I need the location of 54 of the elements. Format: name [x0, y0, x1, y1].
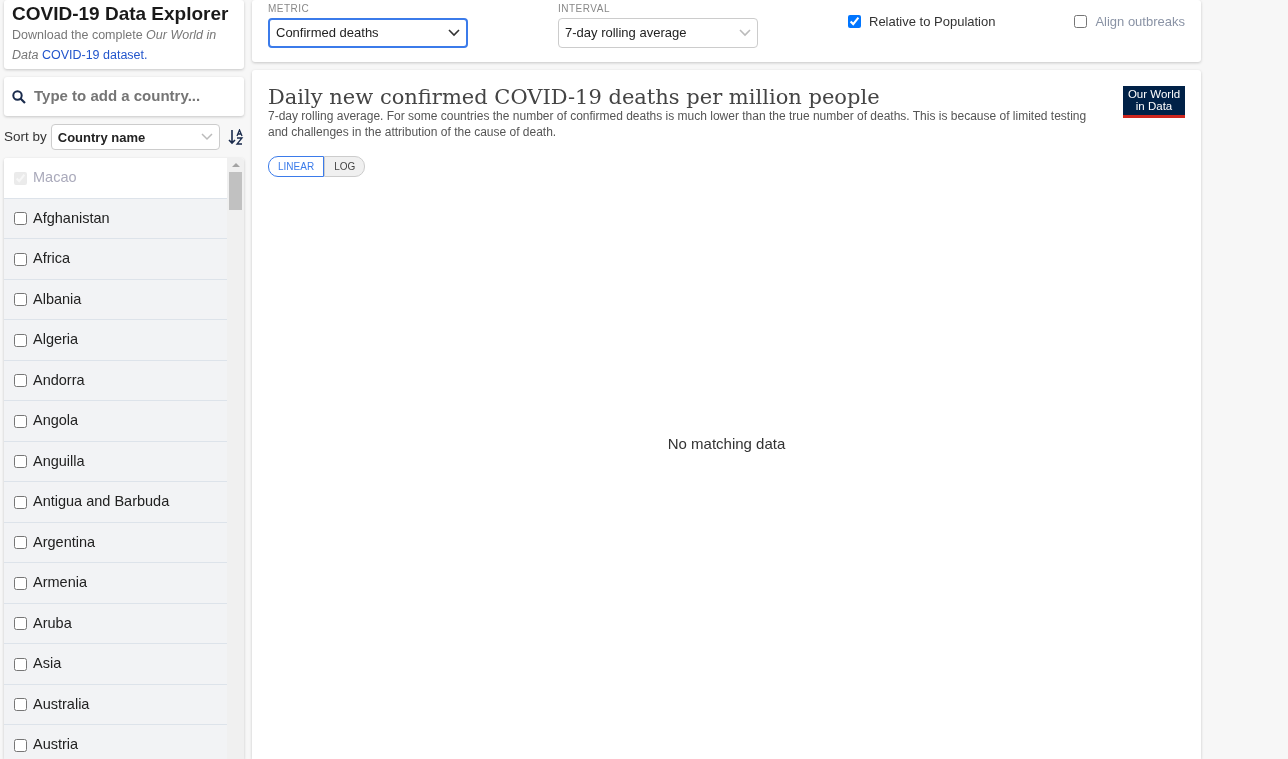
dataset-link[interactable]: COVID-19 dataset.: [41, 47, 148, 62]
chevron-icon: [201, 133, 213, 142]
country-item[interactable]: Albania: [4, 279, 227, 321]
scroll-thumb[interactable]: [229, 172, 242, 211]
metric-label: METRIC: [268, 4, 311, 14]
country-item[interactable]: Angola: [4, 401, 227, 442]
checkbox[interactable]: [14, 212, 27, 226]
checkbox[interactable]: [848, 15, 861, 29]
sort-label: Sort by: [4, 128, 47, 147]
sort-order-icon[interactable]: [228, 129, 244, 146]
interval-select[interactable]: 7-day rolling average: [558, 18, 758, 48]
app-title: COVID-19 Data Explorer: [12, 4, 230, 25]
country-item[interactable]: Antigua and Barbuda: [4, 482, 227, 523]
chevron-icon: [739, 29, 751, 37]
checkbox[interactable]: [14, 293, 27, 307]
scale-tab[interactable]: LOG: [324, 156, 366, 178]
scrollbar[interactable]: [227, 158, 244, 759]
checkbox[interactable]: [14, 576, 27, 590]
checkbox[interactable]: [14, 333, 27, 347]
checkbox[interactable]: [14, 495, 27, 509]
country-item[interactable]: Australia: [4, 684, 227, 726]
country-item[interactable]: Austria: [4, 725, 227, 759]
checkbox[interactable]: [14, 536, 27, 550]
chevron-icon: [448, 29, 460, 37]
checkbox[interactable]: [14, 657, 27, 671]
scale-tab[interactable]: LINEAR: [268, 156, 325, 178]
checkbox[interactable]: [14, 617, 27, 631]
empty-message: No matching data: [667, 433, 786, 454]
sort-select[interactable]: Country name: [50, 124, 220, 151]
checkbox[interactable]: [14, 455, 27, 469]
logo[interactable]: Our World in Data: [1123, 86, 1185, 119]
checkbox[interactable]: [14, 414, 27, 428]
chart-title: Daily new confirmed COVID-19 deaths per million people: [268, 86, 881, 110]
country-item[interactable]: Anguilla: [4, 441, 227, 483]
checkbox[interactable]: [14, 252, 27, 266]
country-item[interactable]: Armenia: [4, 563, 227, 604]
metric-select[interactable]: Confirmed deaths: [268, 18, 468, 48]
country-item[interactable]: Argentina: [4, 522, 227, 564]
chart-subtitle: 7-day rolling average. For some countries the number of confirmed deaths is much lower than the true number of deaths. This is because of limited testing and challenges in the attribution of the cause of death.: [268, 109, 1088, 141]
country-item[interactable]: Asia: [4, 644, 227, 685]
country-item[interactable]: Africa: [4, 239, 227, 280]
checkbox-label: Relative to Population: [869, 13, 996, 31]
checkbox[interactable]: [14, 698, 27, 712]
country-item[interactable]: Afghanistan: [4, 198, 227, 240]
checkbox[interactable]: [14, 374, 27, 388]
country-item[interactable]: Aruba: [4, 603, 227, 645]
search-icon: [12, 89, 26, 104]
country-item[interactable]: Andorra: [4, 360, 227, 402]
search-box[interactable]: Type to add a country...: [4, 76, 244, 117]
description-text: Download the complete Our World in Data COVID-19 dataset.: [12, 26, 218, 64]
checkbox[interactable]: [14, 738, 27, 752]
checkbox-label: Align outbreaks: [1095, 13, 1185, 31]
interval-label: INTERVAL: [558, 4, 611, 14]
country-item[interactable]: Algeria: [4, 320, 227, 361]
